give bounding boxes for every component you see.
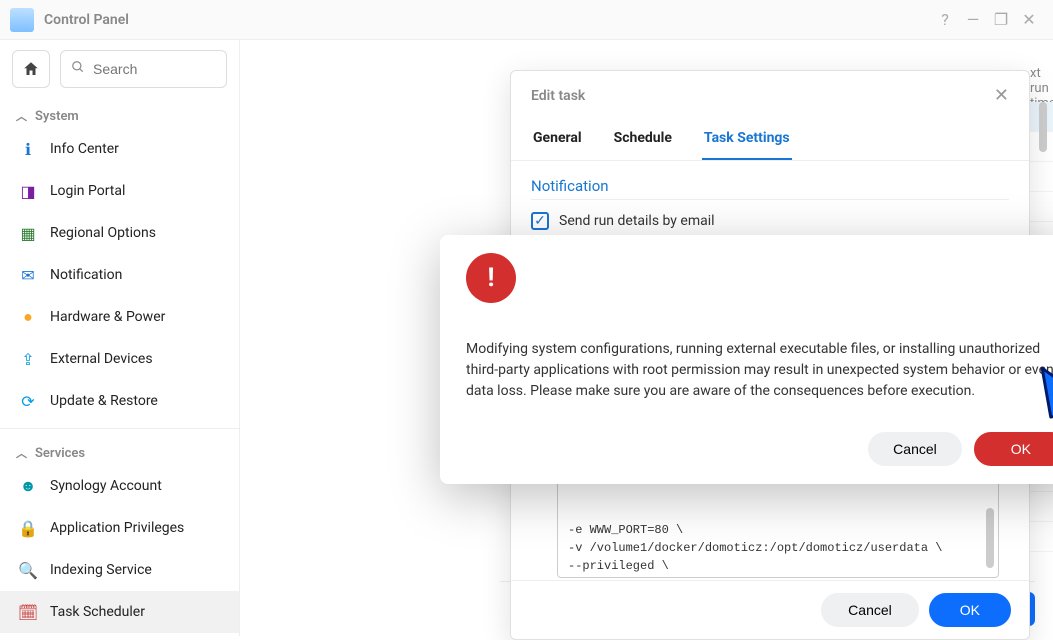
sidebar-item-login-portal[interactable]: ◨ Login Portal <box>0 170 239 212</box>
sidebar-item-label: Application Privileges <box>50 520 184 536</box>
info-center-icon: ℹ <box>18 139 38 159</box>
notification-section-title: Notification <box>531 177 1009 195</box>
hardware-power-icon: ● <box>18 307 38 327</box>
sidebar-item-application-privileges[interactable]: 🔒 Application Privileges <box>0 507 239 549</box>
login-portal-icon: ◨ <box>18 181 38 201</box>
scrollbar-thumb[interactable] <box>986 508 994 568</box>
script-line: --restart always \ <box>568 575 988 578</box>
warning-message: Modifying system configurations, running… <box>466 339 1053 402</box>
scrollbar-thumb[interactable] <box>1039 102 1047 152</box>
tab-schedule[interactable]: Schedule <box>612 120 674 160</box>
callout-arrow-icon <box>1036 334 1053 429</box>
send-email-label: Send run details by email <box>559 213 715 229</box>
content-area: xt run time Owner rootrootrootrootrootro… <box>240 40 1053 636</box>
sidebar-group-label: Services <box>35 446 85 461</box>
sidebar-item-label: Update & Restore <box>50 393 158 409</box>
window-close-button[interactable]: ✕ <box>1015 6 1043 34</box>
script-line: --privileged \ <box>568 557 988 575</box>
window-minimize-button[interactable]: — <box>959 6 987 34</box>
sidebar-item-label: Indexing Service <box>50 562 152 578</box>
application-privileges-icon: 🔒 <box>18 518 38 538</box>
sidebar-item-indexing-service[interactable]: 🔍 Indexing Service <box>0 549 239 591</box>
synology-account-icon: ☻ <box>18 476 38 496</box>
search-icon <box>71 60 85 78</box>
indexing-service-icon: 🔍 <box>18 560 38 580</box>
modal-close-button[interactable]: ✕ <box>994 85 1009 106</box>
table-row[interactable]: root <box>1030 192 1053 222</box>
sidebar-item-label: Synology Account <box>50 478 162 494</box>
sidebar-item-external-devices[interactable]: ⇪ External Devices <box>0 338 239 380</box>
sidebar-item-task-scheduler[interactable]: 🗓 Task Scheduler <box>0 591 239 633</box>
sidebar-item-label: Notification <box>50 267 122 283</box>
table-row[interactable]: root <box>1030 492 1053 522</box>
warning-dialog: ! Modifying system configurations, runni… <box>440 235 1053 484</box>
window-maximize-button[interactable]: ❐ <box>987 6 1015 34</box>
sidebar-item-notification[interactable]: ✉ Notification <box>0 254 239 296</box>
checkbox-checked-icon[interactable]: ✓ <box>531 212 549 230</box>
sidebar: ︿ System ℹ Info Center ◨ Login Portal ▦ Regio… <box>0 40 240 636</box>
script-line: -e WWW_PORT=80 \ <box>568 521 988 539</box>
tab-task-settings[interactable]: Task Settings <box>702 120 792 160</box>
home-button[interactable] <box>12 50 50 88</box>
send-email-checkbox-row[interactable]: ✓ Send run details by email <box>531 212 1009 230</box>
modal-cancel-button[interactable]: Cancel <box>821 593 919 627</box>
tab-general[interactable]: General <box>531 120 584 160</box>
external-devices-icon: ⇪ <box>18 349 38 369</box>
search-field[interactable] <box>93 61 216 77</box>
sidebar-item-label: Regional Options <box>50 225 156 241</box>
sidebar-item-hardware-power[interactable]: ● Hardware & Power <box>0 296 239 338</box>
table-row[interactable]: root <box>1030 162 1053 192</box>
sidebar-group-services[interactable]: ︿ Services <box>0 435 239 465</box>
warning-ok-button[interactable]: OK <box>974 432 1053 466</box>
sidebar-item-label: Info Center <box>50 141 119 157</box>
regional-options-icon: ▦ <box>18 223 38 243</box>
sidebar-item-label: Task Scheduler <box>50 604 145 620</box>
sidebar-item-update-restore[interactable]: ⟳ Update & Restore <box>0 380 239 422</box>
app-icon <box>10 8 34 32</box>
sidebar-item-label: External Devices <box>50 351 153 367</box>
sidebar-group-label: System <box>35 109 79 124</box>
table-row[interactable]: root <box>1030 522 1053 552</box>
sidebar-item-label: Login Portal <box>50 183 125 199</box>
chevron-up-icon: ︿ <box>16 108 27 124</box>
sidebar-item-info-center[interactable]: ℹ Info Center <box>0 128 239 170</box>
divider <box>0 428 239 429</box>
window-title: Control Panel <box>44 12 129 28</box>
modal-ok-button[interactable]: OK <box>929 593 1011 627</box>
help-button[interactable]: ? <box>931 6 959 34</box>
script-line: -v /volume1/docker/domoticz:/opt/domotic… <box>568 539 988 557</box>
task-scheduler-icon: 🗓 <box>18 602 38 622</box>
sidebar-item-synology-account[interactable]: ☻ Synology Account <box>0 465 239 507</box>
search-input[interactable] <box>60 50 227 88</box>
chevron-up-icon: ︿ <box>16 445 27 461</box>
sidebar-item-regional-options[interactable]: ▦ Regional Options <box>0 212 239 254</box>
sidebar-group-system[interactable]: ︿ System <box>0 98 239 128</box>
modal-title: Edit task <box>531 88 994 104</box>
sidebar-item-label: Hardware & Power <box>50 309 165 325</box>
warning-cancel-button[interactable]: Cancel <box>868 432 962 466</box>
update-restore-icon: ⟳ <box>18 391 38 411</box>
window-titlebar: Control Panel ? — ❐ ✕ <box>0 0 1053 40</box>
warning-icon: ! <box>466 253 516 303</box>
notification-icon: ✉ <box>18 265 38 285</box>
